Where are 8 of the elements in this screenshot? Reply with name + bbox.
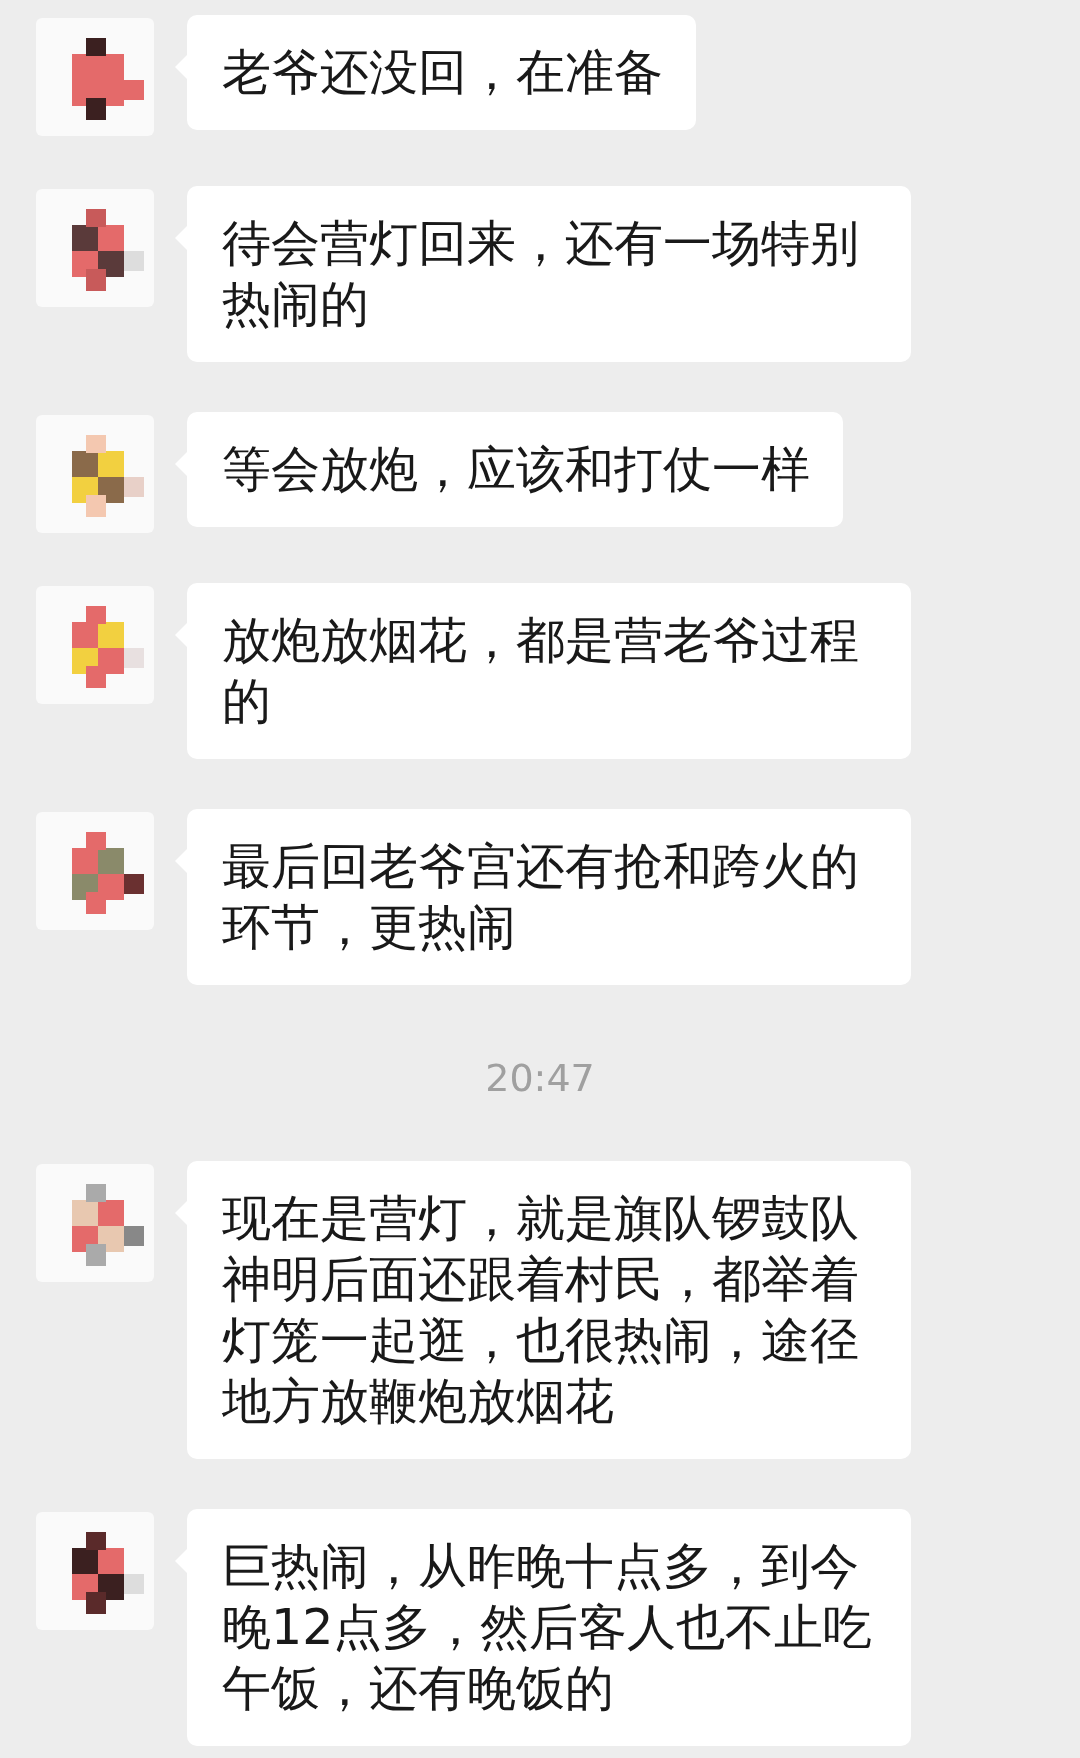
message-bubble: 等会放炮，应该和打仗一样 <box>187 412 843 527</box>
message-bubble: 老爷还没回，在准备 <box>187 15 696 130</box>
message-bubble: 放炮放烟花，都是营老爷过程的 <box>187 583 911 759</box>
message-bubble: 最后回老爷宫还有抢和跨火的环节，更热闹 <box>187 809 911 985</box>
message-bubble: 现在是营灯，就是旗队锣鼓队神明后面还跟着村民，都举着灯笼一起逛，也很热闹，途径地方放鞭炮放烟花 <box>187 1161 911 1459</box>
timestamp: 20:47 <box>485 1054 595 1102</box>
message-bubble: 待会营灯回来，还有一场特别热闹的 <box>187 186 911 362</box>
message-bubble: 巨热闹，从昨晚十点多，到今晚12点多，然后客人也不止吃午饭，还有晚饭的 <box>187 1509 911 1746</box>
